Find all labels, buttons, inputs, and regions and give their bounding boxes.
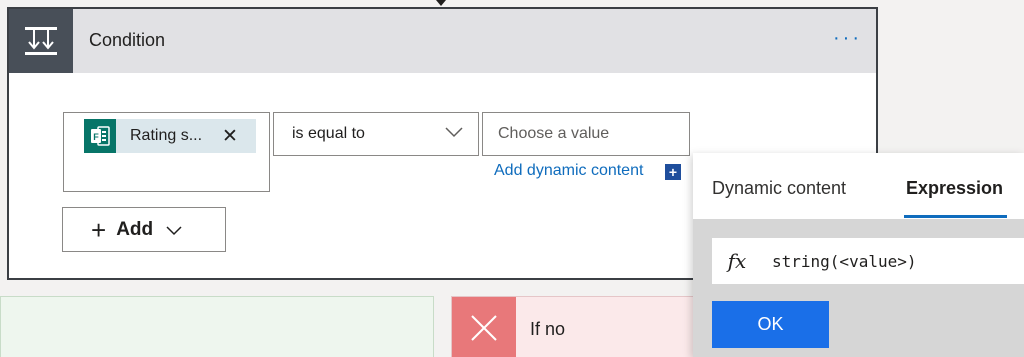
if-yes-branch[interactable] (0, 296, 434, 357)
operator-selected-value: is equal to (292, 125, 365, 142)
add-row-button[interactable]: + Add (62, 207, 226, 252)
add-dynamic-content-link[interactable]: Add dynamic content (494, 162, 643, 180)
add-button-label: Add (116, 218, 154, 240)
more-options-button[interactable]: ··· (833, 27, 862, 50)
chevron-down-icon (166, 225, 182, 235)
expression-popup: Dynamic content Expression fx OK (693, 153, 1024, 357)
active-tab-indicator (904, 215, 1007, 218)
condition-card-header[interactable]: Condition ··· (9, 9, 876, 73)
chevron-down-icon (445, 127, 463, 138)
connector-arrow (436, 0, 446, 6)
flow-canvas: Condition ··· F Rating s... ✕ is equal t… (0, 0, 1024, 357)
condition-icon (9, 9, 73, 73)
popup-tab-bar: Dynamic content Expression (693, 153, 1024, 219)
operator-dropdown[interactable]: is equal to (273, 112, 479, 156)
close-icon (452, 297, 516, 357)
add-dynamic-content-icon[interactable]: + (665, 164, 681, 180)
expression-panel: fx OK (693, 219, 1024, 357)
fx-icon: fx (727, 249, 747, 273)
expression-input[interactable] (762, 251, 1012, 271)
plus-icon: + (91, 214, 107, 245)
condition-branch-icon (25, 27, 57, 55)
forms-icon: F (84, 119, 116, 153)
if-no-branch[interactable]: If no (451, 296, 711, 357)
expression-field[interactable]: fx (712, 238, 1024, 284)
condition-title: Condition (89, 30, 166, 50)
svg-text:F: F (93, 132, 99, 142)
ok-button[interactable]: OK (712, 301, 829, 348)
dynamic-token[interactable]: F Rating s... ✕ (84, 119, 256, 153)
tab-dynamic-content[interactable]: Dynamic content (712, 178, 846, 199)
if-no-label: If no (530, 319, 566, 339)
condition-operand-field[interactable]: F Rating s... ✕ (63, 112, 270, 192)
tab-expression[interactable]: Expression (906, 178, 1003, 199)
dynamic-token-label: Rating s... (130, 127, 203, 144)
remove-token-icon[interactable]: ✕ (222, 127, 238, 146)
value-input[interactable] (482, 112, 690, 156)
